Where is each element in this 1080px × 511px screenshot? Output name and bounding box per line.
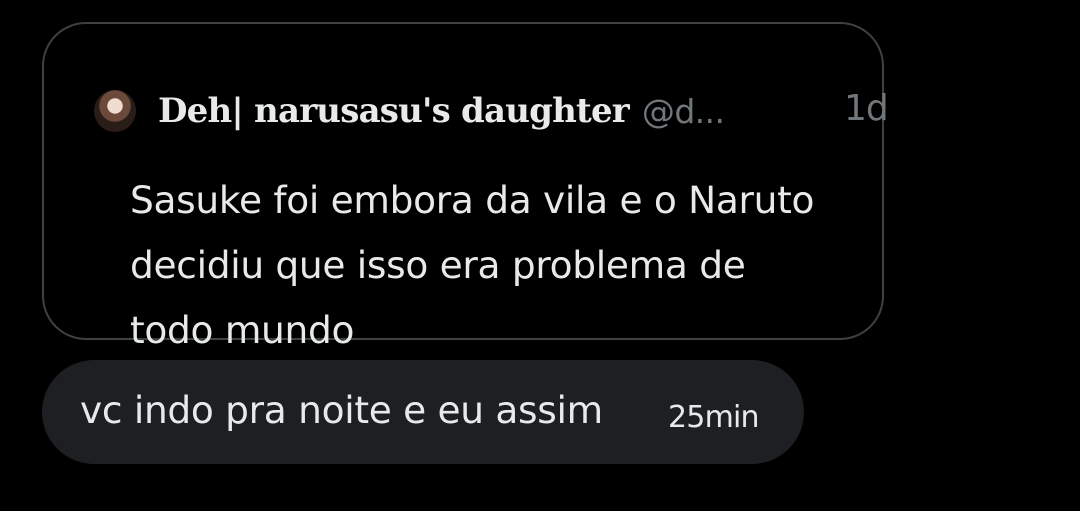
quoted-post-text: Sasuke foi embora da vila e o Naruto dec… [130,168,900,363]
message-bubble[interactable]: vc indo pra noite e eu assim 25min [42,360,804,464]
quoted-post-time: 1d [844,88,889,129]
message-timestamp: 25min [668,400,760,435]
message-text: vc indo pra noite e eu assim [80,388,603,432]
author-handle[interactable]: @d... [642,92,725,131]
quoted-post-card[interactable]: Deh| narusasu's daughter @d... 1d Sasuke… [42,22,889,352]
quoted-post-text-line: decidiu que isso era problema de [130,243,746,287]
avatar[interactable] [94,90,136,132]
author-name[interactable]: Deh| narusasu's daughter [158,91,630,131]
quoted-post-text-line: todo mundo [130,308,355,352]
quoted-post-text-line: Sasuke foi embora da vila e o Naruto [130,178,815,222]
quoted-post-header: Deh| narusasu's daughter @d... [94,90,725,132]
